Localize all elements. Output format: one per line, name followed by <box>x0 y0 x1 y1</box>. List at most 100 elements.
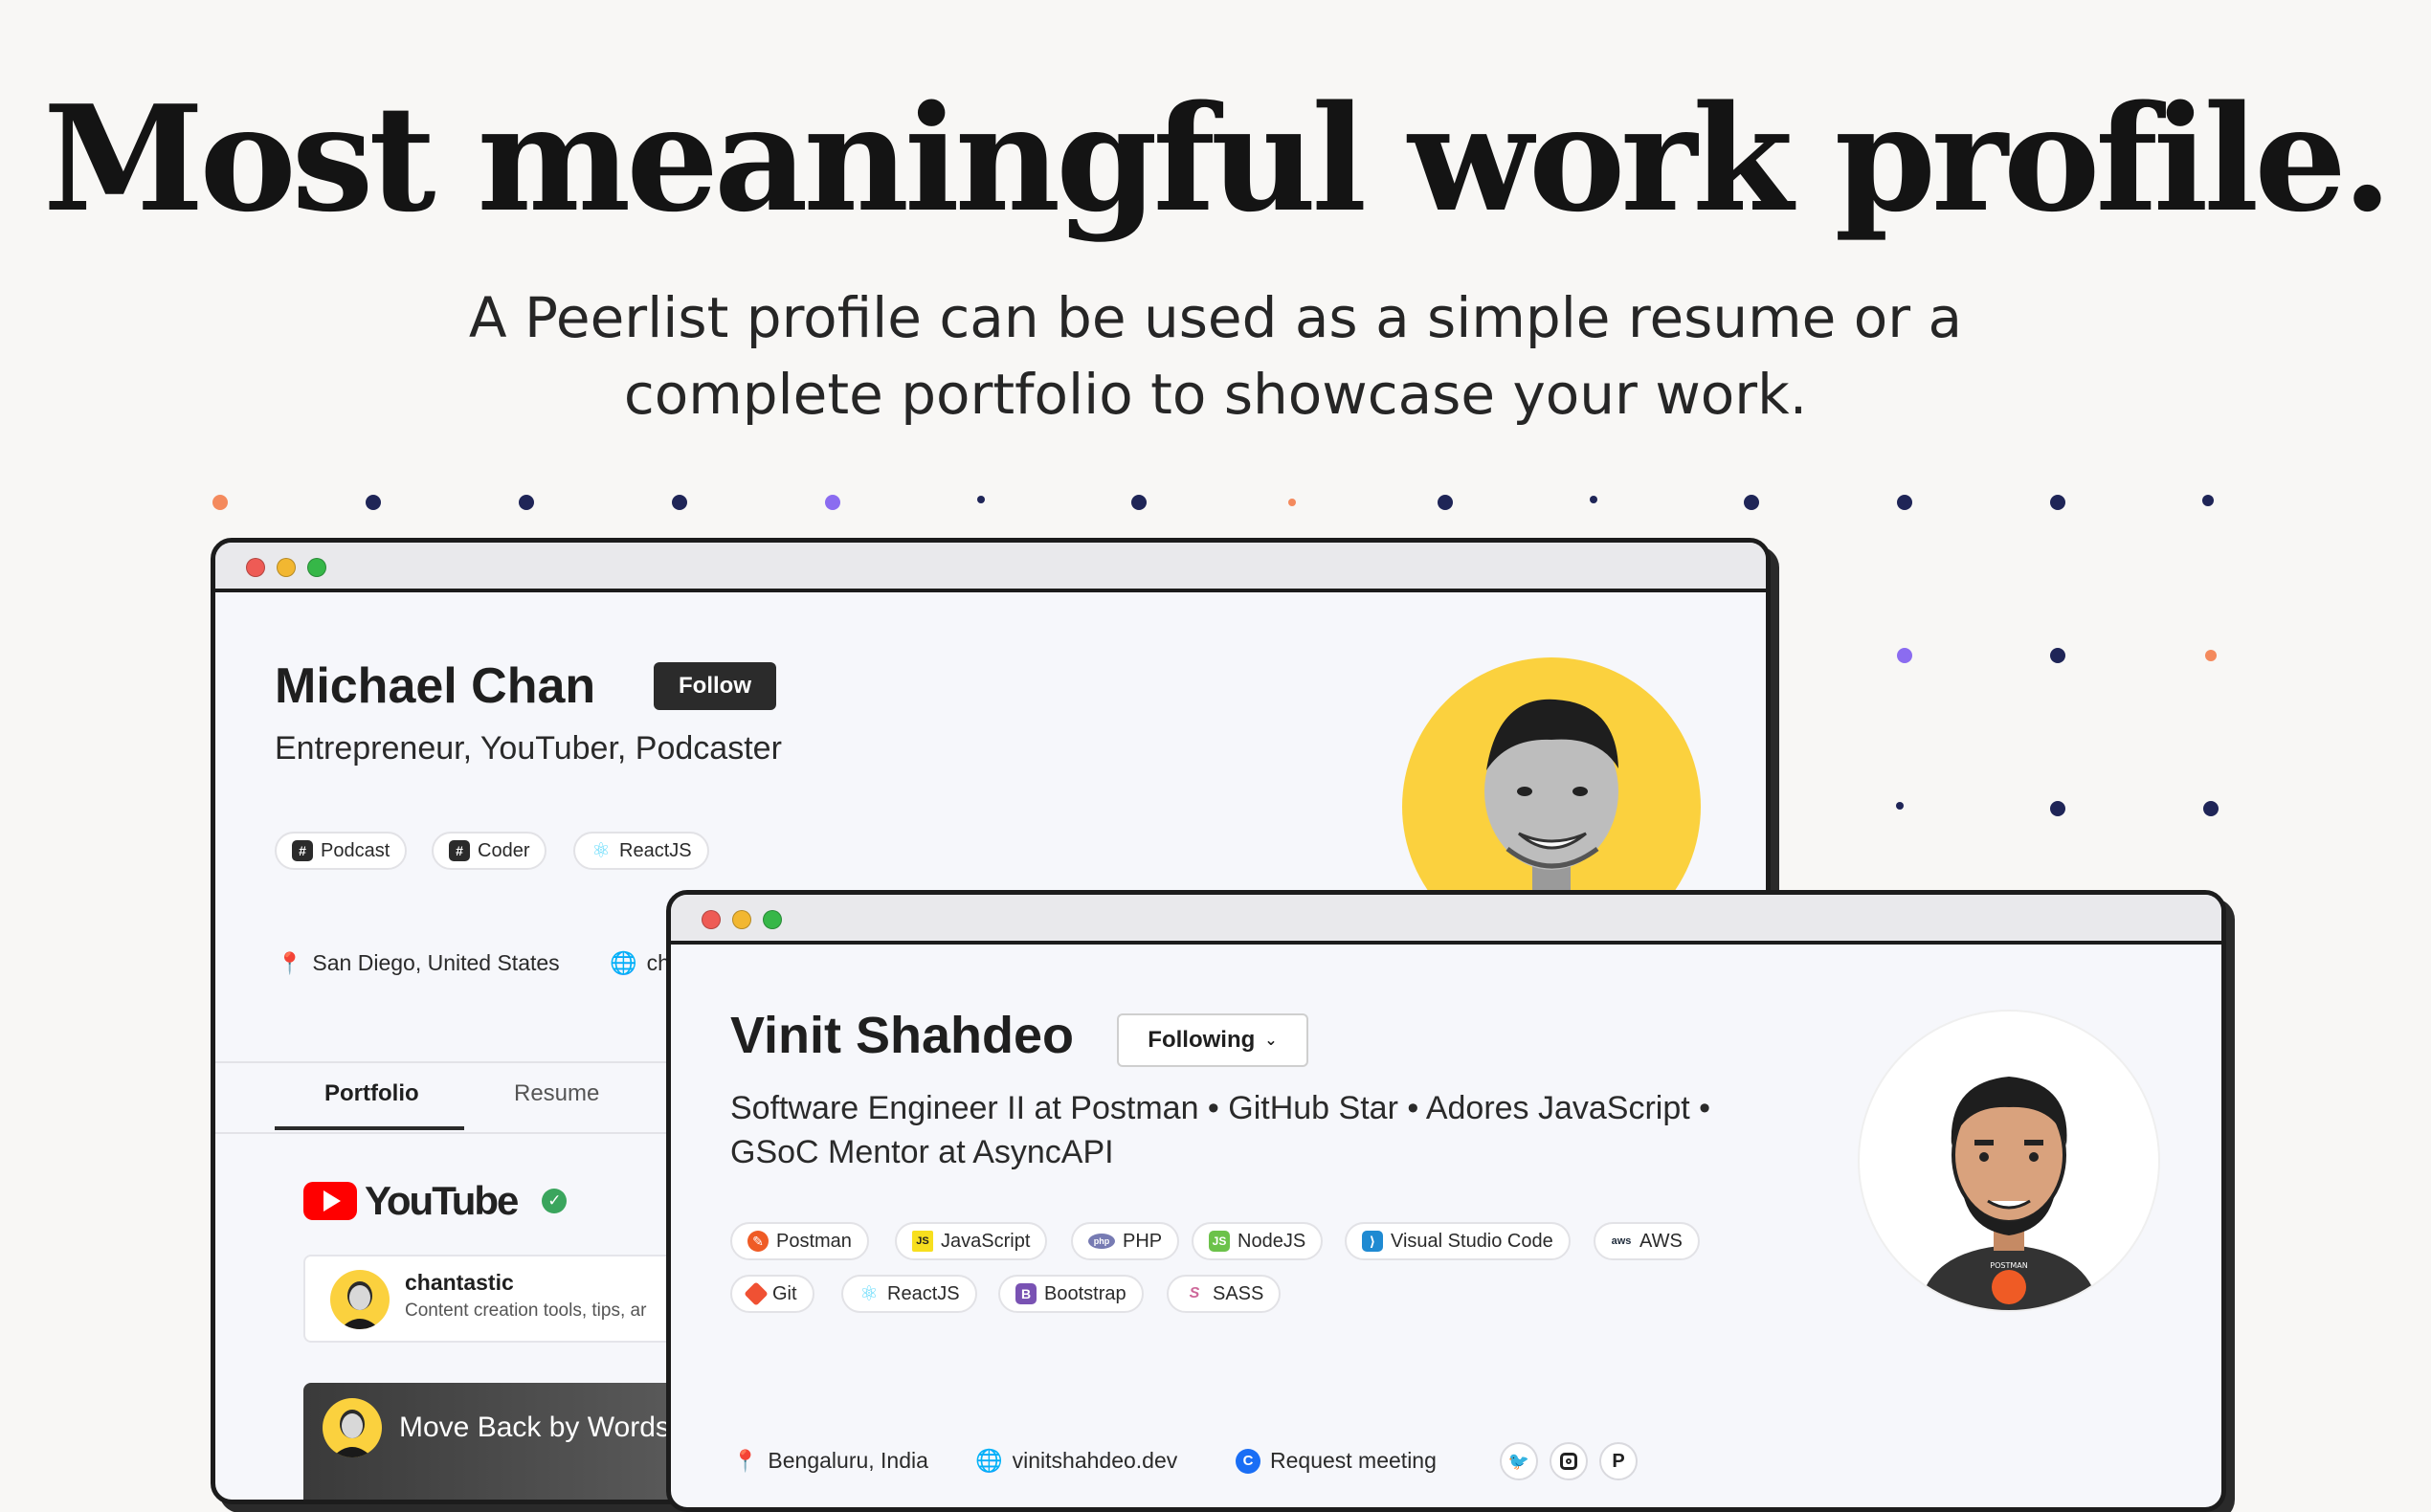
profile-location: 📍 Bengaluru, India <box>732 1448 928 1474</box>
headline-line2: GSoC Mentor at AsyncAPI <box>730 1134 1114 1170</box>
dot <box>1590 496 1597 503</box>
dot <box>2050 648 2065 663</box>
tag-podcast[interactable]: # Podcast <box>275 832 408 870</box>
dot <box>1897 495 1912 510</box>
dot <box>2205 650 2217 661</box>
chevron-down-icon: ⌄ <box>1264 1033 1278 1049</box>
profile-location: 📍 San Diego, United States <box>277 950 560 976</box>
tab-portfolio[interactable]: Portfolio <box>324 1080 419 1107</box>
headline-line1: Software Engineer II at Postman • GitHub… <box>730 1090 1711 1126</box>
skill-aws[interactable]: aws AWS <box>1594 1222 1700 1260</box>
dot <box>1438 495 1453 510</box>
skill-label: NodeJS <box>1238 1230 1306 1252</box>
youtube-logo: YouTube ✓ <box>303 1178 568 1224</box>
profile-website[interactable]: 🌐 ch <box>610 950 670 976</box>
dot <box>825 495 840 510</box>
location-text: Bengaluru, India <box>768 1448 928 1473</box>
website-text: vinitshahdeo.dev <box>1012 1448 1178 1473</box>
youtube-play-icon <box>303 1182 357 1220</box>
profile-headline: Software Engineer II at Postman • GitHub… <box>730 1086 1710 1174</box>
producthunt-icon: P <box>1612 1450 1625 1472</box>
skill-reactjs[interactable]: ⚛ ReactJS <box>841 1275 977 1313</box>
php-icon: php <box>1088 1234 1115 1249</box>
window-titlebar <box>215 543 1766 592</box>
youtube-wordmark: YouTube <box>365 1178 519 1223</box>
twitter-button[interactable]: 🐦 <box>1500 1442 1538 1480</box>
dot <box>519 495 534 510</box>
channel-description: Content creation tools, tips, ar <box>405 1301 647 1321</box>
bootstrap-icon: B <box>1015 1283 1037 1304</box>
profile-name: Michael Chan <box>275 658 596 714</box>
vscode-icon: ⟩ <box>1362 1231 1383 1252</box>
postman-icon: ✎ <box>747 1231 769 1252</box>
nodejs-icon: JS <box>1209 1231 1230 1252</box>
skill-postman[interactable]: ✎ Postman <box>730 1222 869 1260</box>
dot <box>1288 499 1296 506</box>
profile-website[interactable]: 🌐 vinitshahdeo.dev <box>975 1448 1177 1474</box>
aws-icon: aws <box>1611 1235 1632 1247</box>
skill-javascript[interactable]: JS JavaScript <box>895 1222 1048 1260</box>
dot <box>672 495 687 510</box>
window-titlebar <box>671 895 2221 945</box>
request-meeting-link[interactable]: C Request meeting <box>1236 1448 1437 1474</box>
react-icon: ⚛ <box>591 838 611 862</box>
dot <box>1744 495 1759 510</box>
minimize-window-button[interactable] <box>277 558 296 577</box>
video-title: Move Back by Words i <box>399 1412 684 1443</box>
profile-headline: Entrepreneur, YouTuber, Podcaster <box>275 730 782 767</box>
producthunt-button[interactable]: P <box>1599 1442 1638 1480</box>
dot <box>1896 802 1904 810</box>
dot <box>1131 495 1147 510</box>
javascript-icon: JS <box>912 1231 933 1252</box>
react-icon: ⚛ <box>859 1281 879 1305</box>
skill-visual-studio-code[interactable]: ⟩ Visual Studio Code <box>1345 1222 1571 1260</box>
skill-git[interactable]: Git <box>730 1275 814 1313</box>
verified-icon: ✓ <box>542 1189 568 1213</box>
hash-icon: # <box>449 840 470 861</box>
active-tab-indicator <box>275 1126 464 1130</box>
maximize-window-button[interactable] <box>763 910 782 929</box>
git-icon <box>744 1281 769 1306</box>
minimize-window-button[interactable] <box>732 910 751 929</box>
location-pin-icon: 📍 <box>277 950 303 975</box>
request-meeting-text: Request meeting <box>1270 1448 1437 1473</box>
dot <box>977 496 985 503</box>
dot <box>2050 801 2065 816</box>
skill-bootstrap[interactable]: B Bootstrap <box>998 1275 1144 1313</box>
skill-label: Visual Studio Code <box>1391 1230 1553 1252</box>
hash-icon: # <box>292 840 313 861</box>
vinit-shahdeo-profile-window: Vinit Shahdeo Following ⌄ Software Engin… <box>666 890 2226 1512</box>
hero-subtitle: A Peerlist profile can be used as a simp… <box>402 279 2029 433</box>
skill-nodejs[interactable]: JS NodeJS <box>1192 1222 1324 1260</box>
sass-icon: S <box>1189 1285 1200 1301</box>
instagram-button[interactable] <box>1550 1442 1588 1480</box>
tag-label: Coder <box>478 839 530 861</box>
hero-subtitle-line2: complete portfolio to showcase your work… <box>623 362 1808 427</box>
close-window-button[interactable] <box>702 910 721 929</box>
skill-label: Postman <box>776 1230 852 1252</box>
globe-icon: 🌐 <box>610 950 637 975</box>
skill-label: Bootstrap <box>1044 1282 1126 1304</box>
skill-php[interactable]: php PHP <box>1071 1222 1180 1260</box>
following-dropdown-button[interactable]: Following ⌄ <box>1117 1013 1308 1067</box>
instagram-icon <box>1560 1453 1577 1470</box>
skill-sass[interactable]: S SASS <box>1167 1275 1282 1313</box>
hero-title: Most meaningful work profile. <box>43 73 2393 244</box>
maximize-window-button[interactable] <box>307 558 326 577</box>
dot <box>1897 648 1912 663</box>
hero-subtitle-line1: A Peerlist profile can be used as a simp… <box>468 285 1963 350</box>
calendly-icon: C <box>1236 1448 1260 1474</box>
tab-resume[interactable]: Resume <box>514 1080 599 1107</box>
tag-label: Podcast <box>321 839 390 861</box>
channel-name: chantastic <box>405 1270 514 1295</box>
close-window-button[interactable] <box>246 558 265 577</box>
tag-coder[interactable]: # Coder <box>432 832 547 870</box>
dot <box>366 495 381 510</box>
tag-reactjs[interactable]: ⚛ ReactJS <box>573 832 709 870</box>
channel-avatar <box>330 1270 390 1329</box>
dot <box>2203 801 2219 816</box>
skill-label: PHP <box>1123 1230 1163 1252</box>
location-text: San Diego, United States <box>312 950 560 975</box>
follow-button[interactable]: Follow <box>654 662 776 710</box>
skill-label: AWS <box>1639 1230 1683 1252</box>
